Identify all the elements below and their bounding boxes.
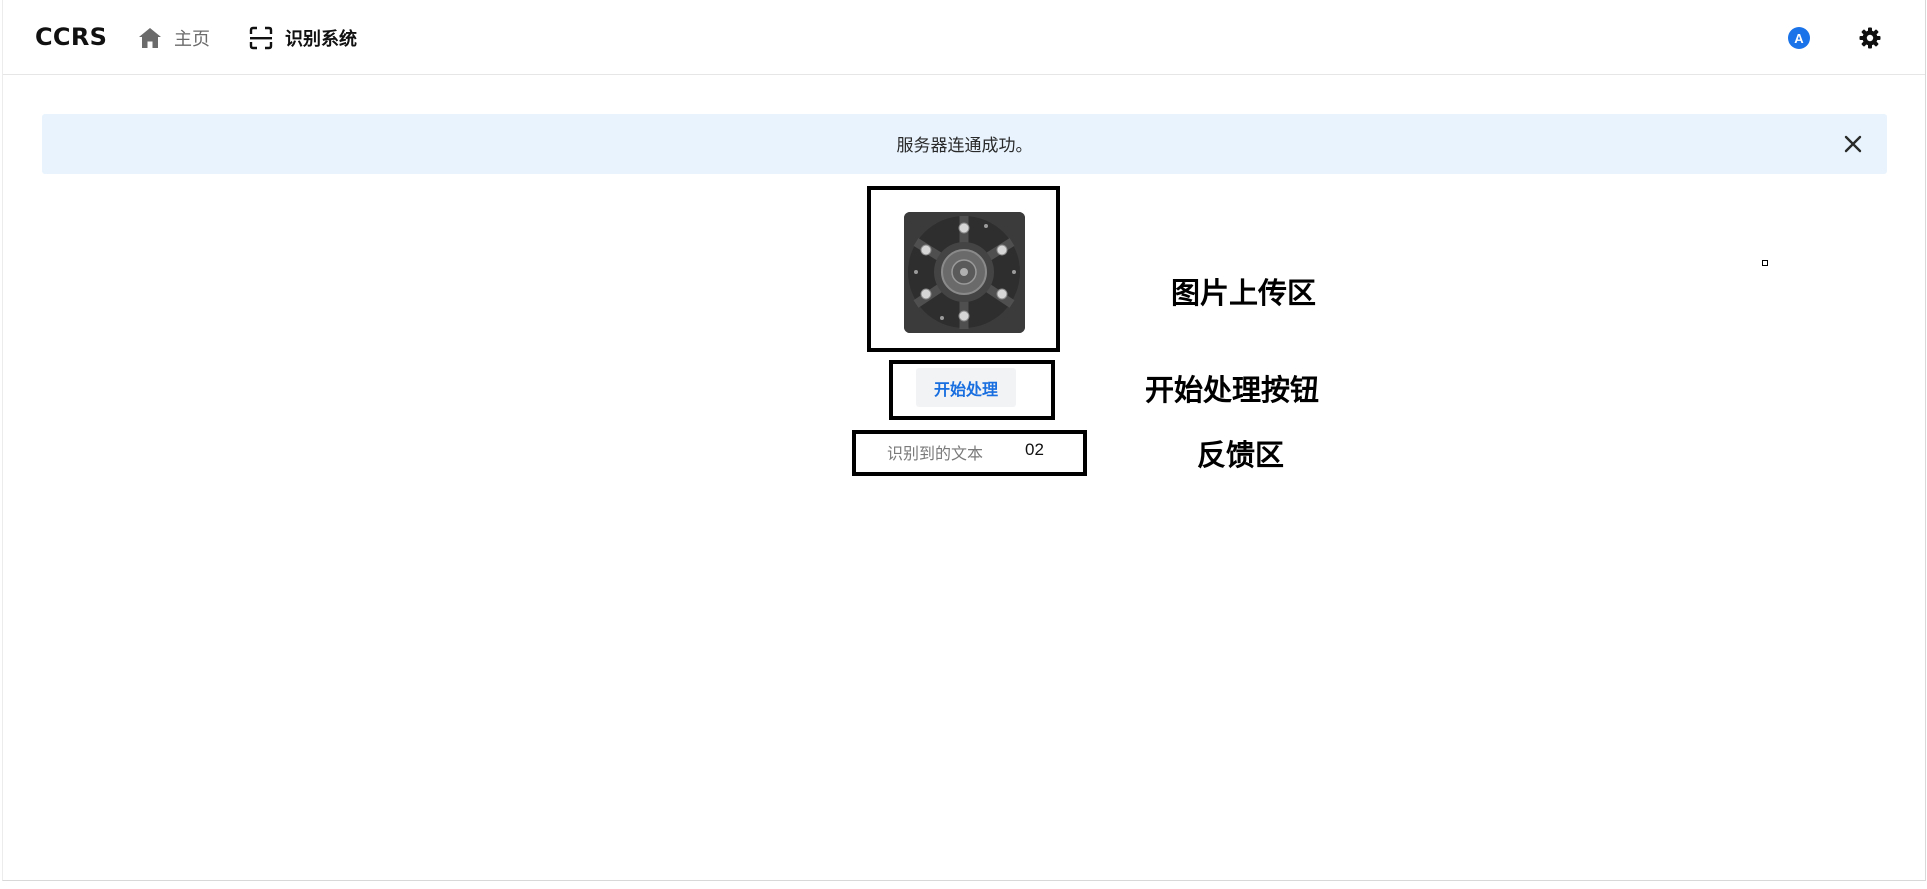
gear-icon[interactable] (1858, 26, 1882, 50)
annotation-label-upload: 图片上传区 (1171, 276, 1317, 310)
scan-icon (249, 26, 273, 50)
nav-label-recognition: 识别系统 (285, 29, 357, 50)
home-icon (138, 27, 162, 49)
brand-logo[interactable]: CCRS (35, 23, 107, 51)
app-window: CCRS 主页 识别系统 A 服务器连通成功。 开始处理 识别到的文本 02 图… (2, 0, 1926, 881)
annotation-label-button: 开始处理按钮 (1145, 373, 1320, 407)
top-navbar: CCRS 主页 识别系统 A (3, 0, 1925, 75)
success-alert: 服务器连通成功。 (42, 114, 1887, 174)
nav-item-home[interactable]: 主页 (138, 24, 210, 52)
annotation-box-feedback (852, 430, 1087, 476)
user-avatar[interactable]: A (1788, 27, 1810, 49)
close-icon[interactable] (1841, 132, 1865, 156)
alert-message: 服务器连通成功。 (896, 136, 1033, 156)
annotation-label-feedback: 反馈区 (1197, 438, 1285, 472)
marker (1762, 260, 1768, 266)
annotation-box-button (889, 360, 1055, 420)
annotation-box-upload (867, 186, 1060, 352)
nav-label-home: 主页 (174, 29, 210, 50)
nav-item-recognition[interactable]: 识别系统 (249, 24, 357, 52)
